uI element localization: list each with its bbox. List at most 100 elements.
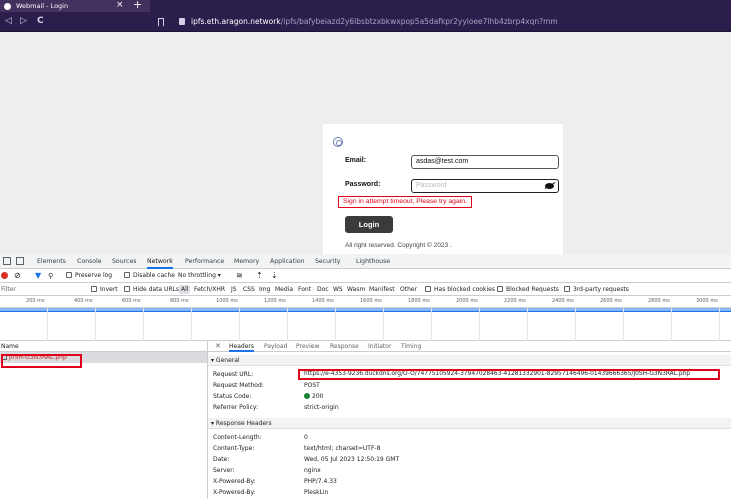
- timeline-tick: 1600 ms: [360, 298, 382, 304]
- filter-type-fetch-xhr[interactable]: Fetch/XHR: [194, 283, 225, 296]
- highlight-box: [1, 354, 82, 368]
- forward-icon[interactable]: ▷: [20, 16, 27, 26]
- filter-type-media[interactable]: Media: [275, 283, 293, 296]
- devtools-tab-performance[interactable]: Performance: [185, 254, 224, 269]
- show-password-icon[interactable]: [545, 183, 554, 189]
- referrer-policy-value: strict-origin: [304, 404, 339, 411]
- page-viewport: Email: asdas@test.com Password: Password…: [0, 32, 731, 258]
- preserve-log-checkbox[interactable]: Preserve log: [66, 269, 112, 283]
- timeline-tick: 2600 ms: [600, 298, 622, 304]
- name-column-header[interactable]: Name: [0, 341, 207, 352]
- clear-icon[interactable]: ⊘: [14, 269, 21, 283]
- browser-tab[interactable]: Webmail - Login ×: [0, 0, 150, 12]
- reload-icon[interactable]: C: [37, 16, 44, 26]
- third-party-checkbox[interactable]: 3rd-party requests: [564, 283, 629, 296]
- response-headers-section-header[interactable]: ▾ Response Headers: [208, 418, 731, 429]
- hide-data-urls-checkbox[interactable]: Hide data URLs: [124, 283, 179, 296]
- timeline-tick: 2800 ms: [648, 298, 670, 304]
- new-tab-icon[interactable]: +: [133, 0, 142, 11]
- status-ok-icon: [304, 393, 310, 399]
- tab-payload[interactable]: Payload: [264, 341, 287, 352]
- invert-checkbox[interactable]: Invert: [91, 283, 118, 296]
- filter-type-doc[interactable]: Doc: [317, 283, 329, 296]
- tab-headers[interactable]: Headers: [229, 341, 254, 352]
- password-field[interactable]: Password: [411, 179, 559, 193]
- close-panel-icon[interactable]: ✕: [215, 341, 221, 352]
- address-bar[interactable]: ipfs.eth.aragon.network/ipfs/bafybeiazd2…: [191, 17, 558, 26]
- email-field[interactable]: asdas@test.com: [411, 155, 559, 169]
- tab-preview[interactable]: Preview: [296, 341, 319, 352]
- timeline-tick: 2000 ms: [456, 298, 478, 304]
- filter-type-ws[interactable]: WS: [333, 283, 343, 296]
- timeline-tick: 3000 ms: [696, 298, 718, 304]
- search-icon[interactable]: ⚲: [48, 269, 53, 283]
- filter-type-img[interactable]: Img: [259, 283, 270, 296]
- error-message: Sign in attempt timeout, Please try agai…: [338, 196, 472, 208]
- import-har-icon[interactable]: ⇡: [256, 269, 263, 283]
- device-toolbar-icon[interactable]: [16, 257, 24, 265]
- record-icon[interactable]: [1, 272, 8, 279]
- blocked-requests-checkbox[interactable]: Blocked Requests: [497, 283, 559, 296]
- filter-toolbar: Filter Invert Hide data URLs All Fetch/X…: [0, 283, 731, 296]
- devtools-tab-elements[interactable]: Elements: [37, 254, 66, 269]
- lock-icon[interactable]: [179, 18, 185, 25]
- timeline-tick: 1400 ms: [312, 298, 334, 304]
- email-label: Email:: [345, 157, 367, 164]
- filter-icon[interactable]: ▼: [35, 269, 41, 283]
- request-url-key: Request URL:: [213, 371, 254, 378]
- request-method-key: Request Method:: [213, 382, 264, 389]
- filter-type-css[interactable]: CSS: [243, 283, 255, 296]
- response-header-value: Wed, 05 Jul 2023 12:50:19 GMT: [304, 456, 400, 463]
- general-section-header[interactable]: ▾ General: [208, 355, 731, 366]
- devtools-tab-lighthouse[interactable]: Lighthouse: [356, 254, 390, 269]
- timeline-tick: 1800 ms: [408, 298, 430, 304]
- back-icon[interactable]: ◁: [5, 16, 12, 26]
- timeline-tick: 200 ms: [26, 298, 45, 304]
- timeline-tick: 600 ms: [122, 298, 141, 304]
- referrer-policy-key: Referrer Policy:: [213, 404, 258, 411]
- network-toolbar: ⊘ ▼ ⚲ Preserve log Disable cache No thro…: [0, 269, 731, 283]
- blocked-cookies-checkbox[interactable]: Has blocked cookies: [425, 283, 495, 296]
- filter-type-js[interactable]: JS: [231, 283, 237, 296]
- devtools-tab-application[interactable]: Application: [270, 254, 305, 269]
- filter-type-wasm[interactable]: Wasm: [347, 283, 365, 296]
- tab-timing[interactable]: Timing: [401, 341, 421, 352]
- panel-tabs: ✕ Headers Payload Preview Response Initi…: [208, 341, 731, 352]
- highlight-box: [298, 369, 720, 380]
- network-conditions-icon[interactable]: ≋: [236, 269, 243, 283]
- filter-input[interactable]: Filter: [1, 283, 16, 296]
- response-header-value: PHP/7.4.33: [304, 478, 337, 485]
- filter-type-all[interactable]: All: [179, 285, 191, 294]
- tab-response[interactable]: Response: [330, 341, 359, 352]
- close-tab-icon[interactable]: ×: [116, 0, 124, 11]
- throttling-select[interactable]: No throttling ▾: [178, 269, 221, 283]
- url-host: ipfs.eth.aragon.network: [191, 17, 281, 26]
- headers-panel: ✕ Headers Payload Preview Response Initi…: [208, 341, 731, 499]
- filter-type-font[interactable]: Font: [298, 283, 311, 296]
- tab-initiator[interactable]: Initiator: [368, 341, 391, 352]
- devtools-tab-sources[interactable]: Sources: [112, 254, 136, 269]
- address-toolbar: ◁ ▷ C ipfs.eth.aragon.network/ipfs/bafyb…: [0, 12, 731, 32]
- filter-type-other[interactable]: Other: [400, 283, 417, 296]
- response-header-key: Server:: [213, 467, 235, 474]
- devtools-tab-console[interactable]: Console: [77, 254, 102, 269]
- devtools-tab-security[interactable]: Security: [315, 254, 340, 269]
- filter-type-manifest[interactable]: Manifest: [369, 283, 395, 296]
- bookmark-icon[interactable]: [158, 18, 164, 26]
- login-button[interactable]: Login: [345, 216, 393, 233]
- export-har-icon[interactable]: ⇣: [271, 269, 278, 283]
- browser-tab-bar: Webmail - Login × +: [0, 0, 731, 12]
- response-header-key: Content-Length:: [213, 434, 262, 441]
- response-header-value: PleskLin: [304, 489, 329, 496]
- password-placeholder: Password: [416, 182, 447, 189]
- webmail-logo-icon: [333, 137, 343, 147]
- timeline-tick: 1200 ms: [264, 298, 286, 304]
- disable-cache-checkbox[interactable]: Disable cache: [124, 269, 175, 283]
- inspect-element-icon[interactable]: [3, 257, 11, 265]
- devtools-tab-memory[interactable]: Memory: [234, 254, 259, 269]
- response-header-value: nginx: [304, 467, 321, 474]
- timeline-overview[interactable]: [0, 308, 731, 341]
- timeline-bar-edge: [0, 311, 731, 312]
- devtools-tab-network[interactable]: Network: [147, 254, 173, 269]
- response-header-key: Content-Type:: [213, 445, 255, 452]
